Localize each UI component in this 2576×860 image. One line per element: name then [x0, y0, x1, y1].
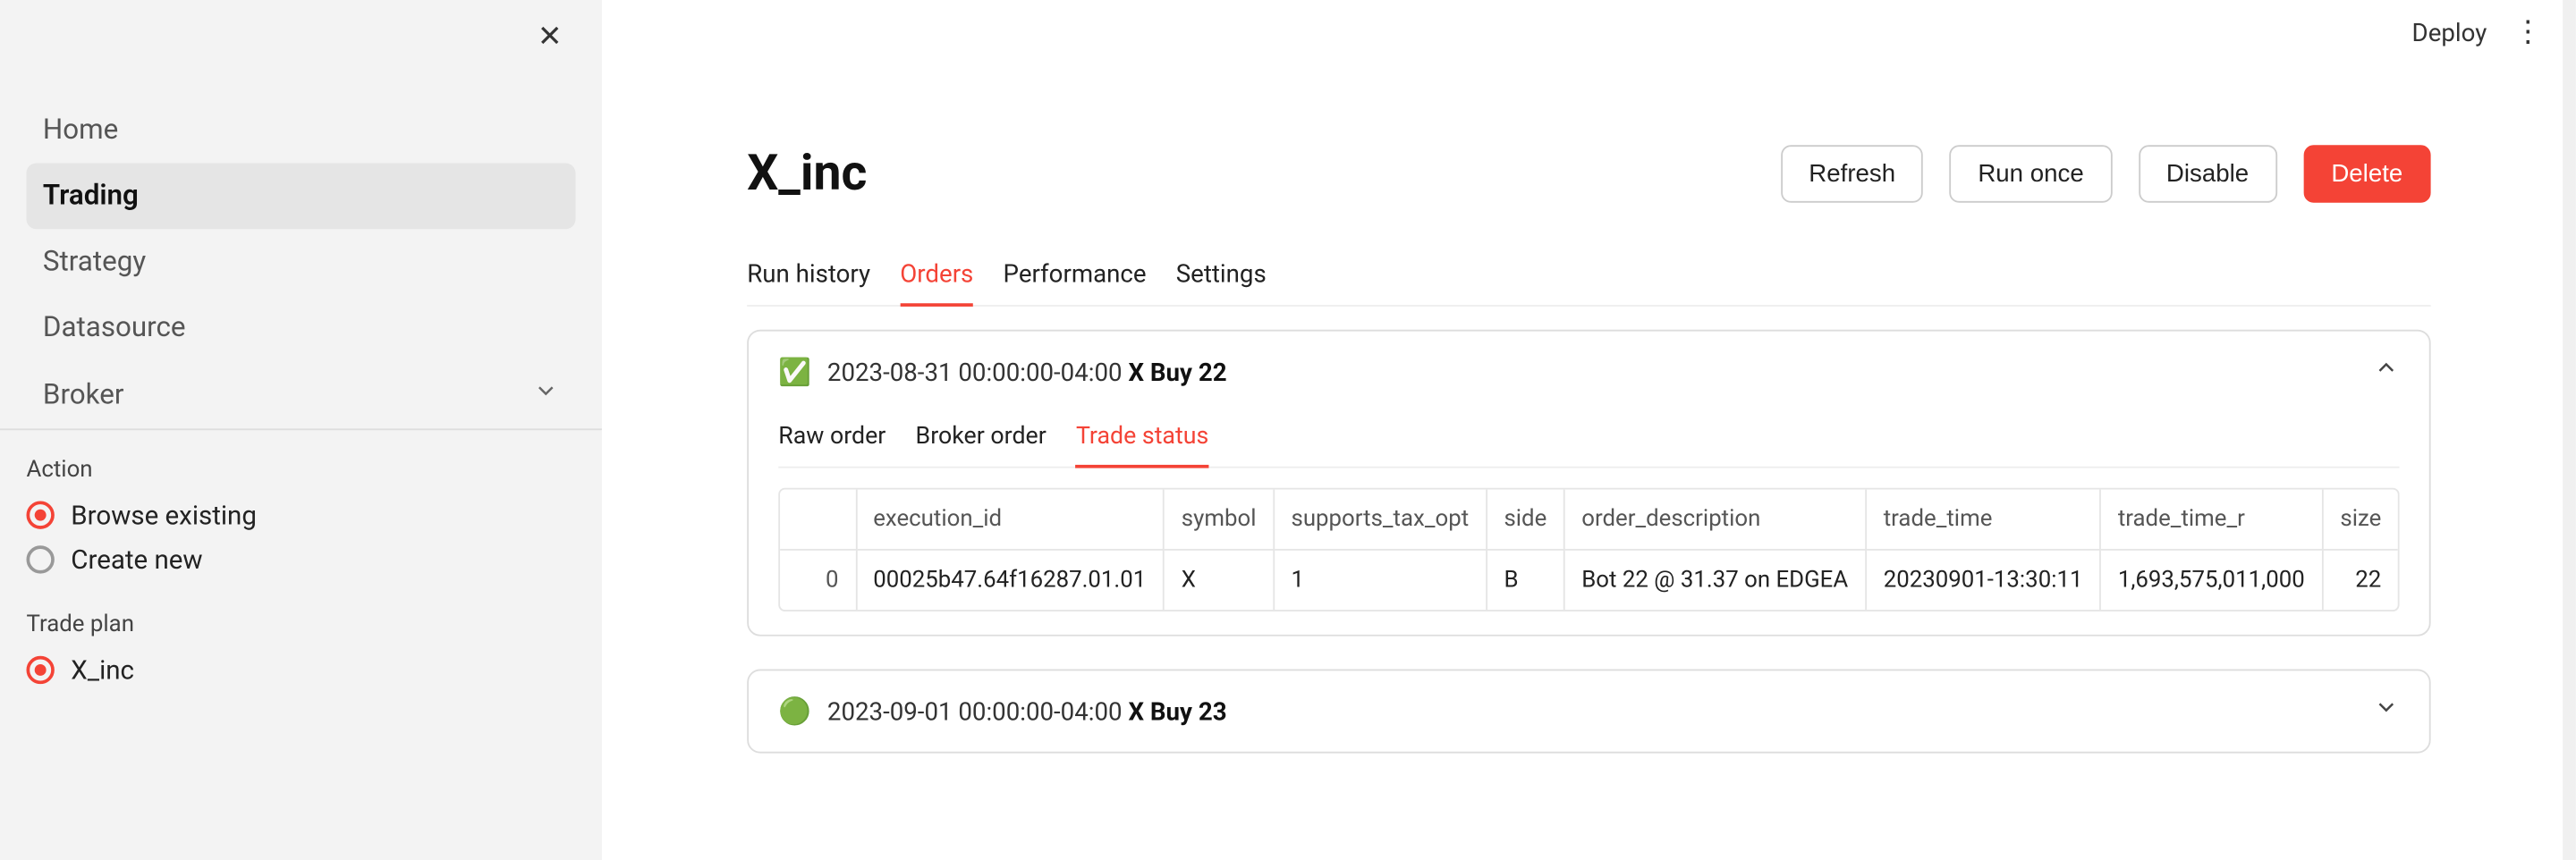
radio-icon — [26, 545, 54, 573]
col-size: size — [2323, 490, 2398, 550]
cell-trade-time: 20230901-13:30:11 — [1866, 550, 2100, 610]
tab-performance[interactable]: Performance — [1004, 249, 1147, 305]
order-subtabs: Raw order Broker order Trade status — [778, 412, 2399, 468]
delete-button[interactable]: Delete — [2303, 145, 2431, 203]
cell-index: 0 — [780, 550, 856, 610]
tradeplan-section-label: Trade plan — [26, 611, 575, 637]
deploy-link[interactable]: Deploy — [2412, 18, 2487, 47]
radio-icon — [26, 656, 54, 684]
subtab-trade-status[interactable]: Trade status — [1076, 412, 1208, 467]
radio-label: Browse existing — [71, 500, 257, 531]
sidebar-item-datasource[interactable]: Datasource — [26, 295, 575, 361]
order-summary: X Buy 23 — [1128, 697, 1226, 727]
sidebar-item-label: Broker — [43, 378, 124, 411]
subtab-broker-order[interactable]: Broker order — [916, 412, 1046, 467]
order-card-1: ✅ 2023-08-31 00:00:00-04:00 X Buy 22 Raw… — [747, 330, 2430, 637]
sidebar-item-label: Datasource — [43, 311, 186, 344]
header-actions: Refresh Run once Disable Delete — [1781, 145, 2431, 203]
main-tabs: Run history Orders Performance Settings — [747, 249, 2430, 307]
col-trade-time: trade_time — [1866, 490, 2100, 550]
order-card-title: ✅ 2023-08-31 00:00:00-04:00 X Buy 22 — [778, 356, 1226, 387]
page-header: X_inc Refresh Run once Disable Delete — [747, 145, 2430, 203]
kebab-menu-icon[interactable]: ⋮ — [2513, 18, 2543, 47]
cell-side: B — [1487, 550, 1564, 610]
col-execution-id: execution_id — [856, 490, 1165, 550]
green-circle-icon: 🟢 — [778, 696, 811, 727]
tab-settings[interactable]: Settings — [1176, 249, 1267, 305]
order-summary: X Buy 22 — [1128, 358, 1226, 387]
cell-order-description: Bot 22 @ 31.37 on EDGEA — [1564, 550, 1867, 610]
scrollbar-track[interactable] — [2563, 0, 2576, 860]
col-side: side — [1487, 490, 1564, 550]
order-card-title: 🟢 2023-09-01 00:00:00-04:00 X Buy 23 — [778, 696, 1226, 727]
chevron-down-icon — [533, 377, 559, 412]
col-order-description: order_description — [1564, 490, 1867, 550]
radio-label: X_inc — [71, 654, 134, 686]
cell-trade-time-r: 1,693,575,011,000 — [2100, 550, 2322, 610]
radio-browse-existing[interactable]: Browse existing — [26, 500, 575, 531]
col-symbol: symbol — [1164, 490, 1274, 550]
col-trade-time-r: trade_time_r — [2100, 490, 2322, 550]
order-timestamp: 2023-09-01 00:00:00-04:00 — [827, 697, 1123, 727]
check-icon: ✅ — [778, 356, 811, 387]
radio-label: Create new — [71, 544, 202, 575]
sidebar-nav: Home Trading Strategy Datasource Broker — [0, 97, 602, 429]
sidebar-item-broker[interactable]: Broker — [26, 361, 575, 429]
subtab-raw-order[interactable]: Raw order — [778, 412, 886, 467]
chevron-down-icon — [2373, 694, 2399, 729]
radio-icon — [26, 501, 54, 528]
order-card-2: 🟢 2023-09-01 00:00:00-04:00 X Buy 23 — [747, 670, 2430, 754]
sidebar-item-trading[interactable]: Trading — [26, 164, 575, 230]
table-header-row: execution_id symbol supports_tax_opt sid… — [780, 490, 2398, 550]
page-title: X_inc — [747, 145, 867, 203]
chevron-up-icon — [2373, 354, 2399, 389]
cell-symbol: X — [1164, 550, 1274, 610]
order-timestamp: 2023-08-31 00:00:00-04:00 — [827, 358, 1123, 387]
trade-status-table: execution_id symbol supports_tax_opt sid… — [778, 488, 2399, 611]
radio-create-new[interactable]: Create new — [26, 544, 575, 575]
radio-tradeplan-x-inc[interactable]: X_inc — [26, 654, 575, 686]
sidebar-item-label: Strategy — [43, 246, 146, 279]
close-icon[interactable]: ✕ — [538, 20, 576, 55]
run-once-button[interactable]: Run once — [1950, 145, 2112, 203]
order-card-header[interactable]: 🟢 2023-09-01 00:00:00-04:00 X Buy 23 — [778, 694, 2399, 729]
sidebar: ✕ Home Trading Strategy Datasource Broke… — [0, 0, 602, 860]
sidebar-item-strategy[interactable]: Strategy — [26, 229, 575, 295]
cell-supports-tax-opt: 1 — [1274, 550, 1487, 610]
sidebar-item-home[interactable]: Home — [26, 97, 575, 164]
col-index — [780, 490, 856, 550]
cell-execution-id: 00025b47.64f16287.01.01 — [856, 550, 1165, 610]
table-row: 0 00025b47.64f16287.01.01 X 1 B Bot 22 @… — [780, 550, 2398, 610]
order-card-header[interactable]: ✅ 2023-08-31 00:00:00-04:00 X Buy 22 — [778, 354, 2399, 389]
sidebar-item-label: Home — [43, 114, 118, 147]
disable-button[interactable]: Disable — [2139, 145, 2277, 203]
col-supports-tax-opt: supports_tax_opt — [1274, 490, 1487, 550]
sidebar-item-label: Trading — [43, 180, 139, 213]
action-section-label: Action — [26, 457, 575, 483]
cell-size: 22 — [2323, 550, 2398, 610]
tab-run-history[interactable]: Run history — [747, 249, 870, 305]
tab-orders[interactable]: Orders — [900, 249, 973, 305]
topbar: Deploy ⋮ — [602, 0, 2576, 66]
main: Deploy ⋮ X_inc Refresh Run once Disable … — [602, 0, 2576, 860]
refresh-button[interactable]: Refresh — [1781, 145, 1924, 203]
